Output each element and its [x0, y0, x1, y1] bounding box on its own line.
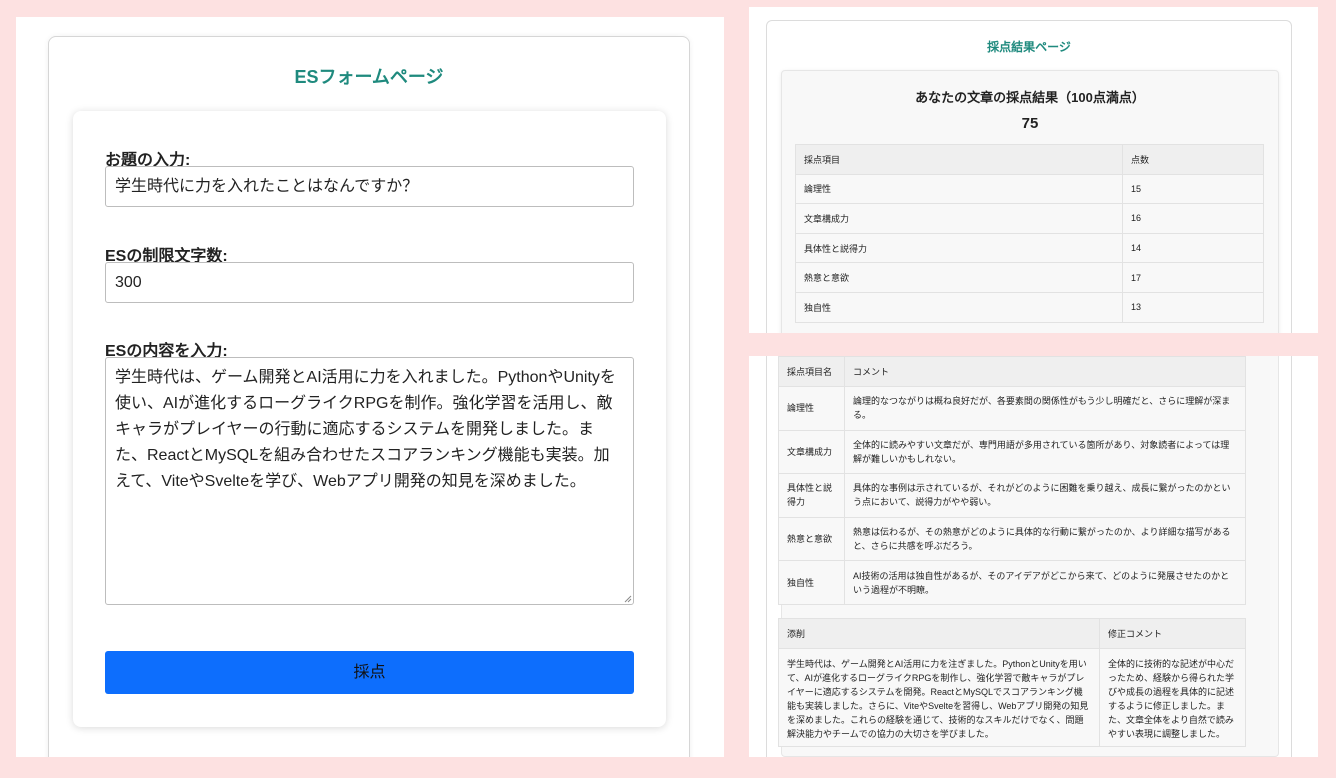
revision-comment: 全体的に技術的な記述が中心だったため、経験から得られた学びや成長の過程を具体的に…: [1099, 648, 1246, 747]
form-container: お題の入力: 学生時代に力を入れたことはなんですか？ ESの制限文字数: 300…: [73, 111, 666, 727]
table-header-row: 採点項目 点数: [795, 144, 1264, 175]
column-header: 採点項目名: [778, 356, 845, 387]
comment-item: 論理性: [778, 386, 845, 431]
score-value: 16: [1122, 203, 1264, 234]
form-card: ESフォームページ お題の入力: 学生時代に力を入れたことはなんですか？ ESの…: [48, 36, 690, 757]
es-content-textarea[interactable]: 学生時代は、ゲーム開発とAI活用に力を入れました。PythonやUnityを使い…: [105, 357, 634, 605]
result-page-title: 採点結果ページ: [987, 40, 1071, 54]
topic-input[interactable]: 学生時代に力を入れたことはなんですか？: [105, 166, 634, 207]
comment-text: 全体的に読みやすい文章だが、専門用語が多用されている箇所があり、対象読者によって…: [844, 429, 1246, 475]
score-value: 17: [1122, 262, 1264, 293]
comment-table: 採点項目名 コメント 論理性 論理的なつながりは概ね良好だが、各要素間の関係性が…: [778, 356, 1246, 605]
table-row: 論理性 論理的なつながりは概ね良好だが、各要素間の関係性がもう少し明確だと、さら…: [778, 386, 1246, 431]
table-row: 独自性 13: [795, 291, 1264, 323]
score-item: 具体性と説得力: [795, 232, 1123, 264]
table-row: 熱意と意欲 熱意は伝わるが、その熱意がどのように具体的な行動に繋がったのか、より…: [778, 516, 1246, 562]
resize-grip-icon[interactable]: [624, 595, 632, 603]
result-card: 採点結果ページ あなたの文章の採点結果（100点満点） 75 採点項目 点数 論…: [766, 20, 1292, 333]
table-header-row: 採点項目名 コメント: [778, 356, 1246, 387]
result-panel-top: 採点結果ページ あなたの文章の採点結果（100点満点） 75 採点項目 点数 論…: [749, 7, 1318, 333]
table-row: 論理性 15: [795, 173, 1264, 205]
comment-text: 論理的なつながりは概ね良好だが、各要素間の関係性がもう少し明確だと、さらに理解が…: [844, 386, 1246, 431]
total-score: 75: [1021, 115, 1039, 132]
comment-item: 文章構成力: [778, 429, 845, 475]
submit-button[interactable]: 採点: [105, 651, 634, 694]
comment-item: 熱意と意欲: [778, 516, 845, 562]
score-item: 独自性: [795, 291, 1123, 323]
score-item: 文章構成力: [795, 203, 1123, 234]
table-row: 独自性 AI技術の活用は独自性があるが、そのアイデアがどこから来て、どのように発…: [778, 560, 1246, 605]
column-header: 修正コメント: [1099, 618, 1246, 649]
score-item: 論理性: [795, 173, 1123, 205]
char-limit-input[interactable]: 300: [105, 262, 634, 303]
comment-text: 具体的な事例は示されているが、それがどのように困難を乗り越え、成長に繋がったのか…: [844, 473, 1246, 518]
score-value: 13: [1122, 291, 1264, 323]
score-table: 採点項目 点数 論理性 15 文章構成力 16 具体性と説得力 14 熱意と意欲…: [795, 144, 1264, 323]
es-content-text: 学生時代は、ゲーム開発とAI活用に力を入れました。PythonやUnityを使い…: [115, 369, 616, 490]
table-row: 文章構成力 16: [795, 203, 1264, 234]
score-value: 14: [1122, 232, 1264, 264]
es-form-panel: ESフォームページ お題の入力: 学生時代に力を入れたことはなんですか？ ESの…: [16, 17, 724, 757]
column-header: コメント: [844, 356, 1246, 387]
revised-text: 学生時代は、ゲーム開発とAI活用に力を注ぎました。PythonとUnityを用い…: [778, 648, 1100, 747]
column-header: 点数: [1122, 144, 1264, 175]
result-panel-bottom: 採点項目名 コメント 論理性 論理的なつながりは概ね良好だが、各要素間の関係性が…: [749, 356, 1318, 757]
column-header: 添削: [778, 618, 1100, 649]
comment-text: 熱意は伝わるが、その熱意がどのように具体的な行動に繋がったのか、より詳細な描写が…: [844, 516, 1246, 562]
column-header: 採点項目: [795, 144, 1123, 175]
score-value: 15: [1122, 173, 1264, 205]
table-row: 具体性と説得力 具体的な事例は示されているが、それがどのように困難を乗り越え、成…: [778, 473, 1246, 518]
comment-item: 独自性: [778, 560, 845, 605]
page-title: ESフォームページ: [294, 67, 444, 87]
table-row: 熱意と意欲 17: [795, 262, 1264, 293]
comment-text: AI技術の活用は独自性があるが、そのアイデアがどこから来て、どのように発展させた…: [844, 560, 1246, 605]
table-row: 具体性と説得力 14: [795, 232, 1264, 264]
result-heading: あなたの文章の採点結果（100点満点）: [915, 90, 1145, 105]
comment-item: 具体性と説得力: [778, 473, 845, 518]
score-container: あなたの文章の採点結果（100点満点） 75 採点項目 点数 論理性 15 文章…: [781, 70, 1279, 333]
table-header-row: 添削 修正コメント: [778, 618, 1246, 649]
score-item: 熱意と意欲: [795, 262, 1123, 293]
table-row: 学生時代は、ゲーム開発とAI活用に力を注ぎました。PythonとUnityを用い…: [778, 648, 1246, 747]
revision-table: 添削 修正コメント 学生時代は、ゲーム開発とAI活用に力を注ぎました。Pytho…: [778, 618, 1246, 747]
table-row: 文章構成力 全体的に読みやすい文章だが、専門用語が多用されている箇所があり、対象…: [778, 429, 1246, 475]
